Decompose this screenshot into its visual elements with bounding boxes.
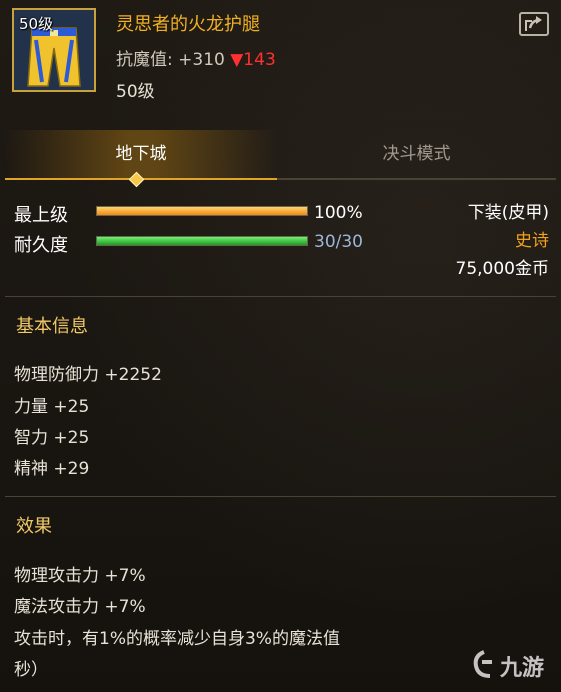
share-button[interactable] [519,12,549,36]
tab-dungeon[interactable]: 地下城 [5,130,277,180]
item-price: 75,000金币 [455,259,549,279]
durability-bar-fill [97,237,307,245]
effect-line: 攻击时，有1%的概率减少自身3%的魔法值 [14,629,340,649]
item-level: 50级 [116,82,155,102]
basic-stat-line: 力量 +25 [14,397,90,417]
item-slot: 下装(皮甲) [467,203,549,223]
durability-value: 30/30 [314,232,363,252]
effect-line: 魔法攻击力 +7% [14,597,146,617]
effects-title: 效果 [16,516,52,537]
item-stat: 抗魔值: +310 ▼143 [116,45,276,70]
top-level-bar-fill [97,207,307,215]
divider [5,496,556,497]
top-level-bar [96,206,308,216]
stat-label: 抗魔值: +310 [116,50,225,70]
effect-line: 秒） [14,660,48,680]
item-tooltip-panel: 50级 灵思者的火龙护腿 抗魔值: +310 ▼143 50级 地下城 决斗模式… [0,0,561,692]
item-header: 50级 灵思者的火龙护腿 抗魔值: +310 ▼143 50级 [0,0,561,108]
mode-tabs: 地下城 决斗模式 [5,130,556,180]
durability-label: 耐久度 [14,235,68,256]
share-icon [525,16,542,31]
basic-stat-line: 物理防御力 +2252 [14,365,162,385]
top-level-label: 最上级 [14,205,68,226]
watermark-text: 九游 [500,656,545,681]
item-name: 灵思者的火龙护腿 [116,14,260,35]
top-level-value: 100% [314,203,363,223]
divider [5,296,556,297]
durability-bar [96,236,308,246]
item-icon[interactable]: 50级 [12,8,96,92]
basic-stat-line: 智力 +25 [14,428,90,448]
basic-info-title: 基本信息 [16,316,88,337]
icon-level-badge: 50级 [19,15,54,33]
effect-line: 物理攻击力 +7% [14,566,146,586]
watermark-logo-icon [473,650,492,678]
stat-decrease: ▼143 [230,50,276,70]
item-rarity: 史诗 [515,231,549,251]
tab-duel[interactable]: 决斗模式 [277,130,556,180]
basic-stat-line: 精神 +29 [14,459,90,479]
